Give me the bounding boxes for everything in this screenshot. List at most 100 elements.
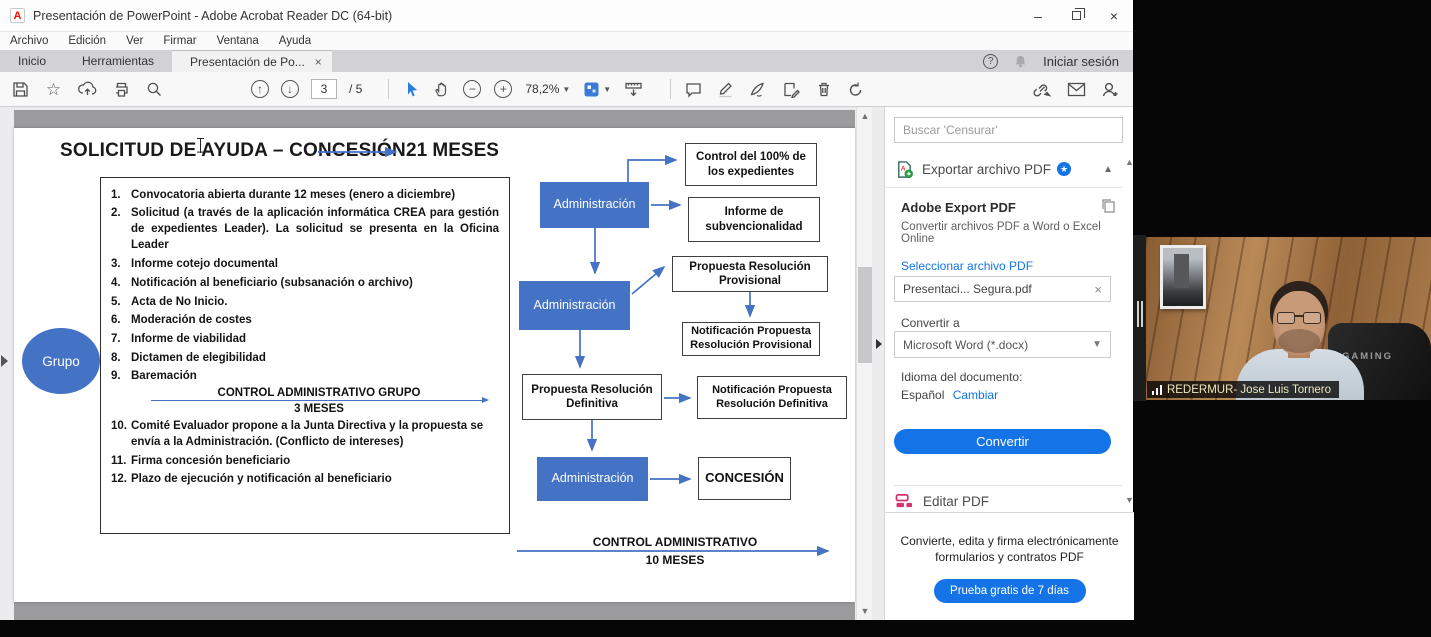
tab-document[interactable]: Presentación de Po... × <box>172 50 332 72</box>
slide-content: SOLICITUD DE AYUDA – CONCESIÓN 21 MESES … <box>14 128 855 602</box>
page-up-icon[interactable]: ↑ <box>251 80 269 98</box>
free-trial-button[interactable]: Prueba gratis de 7 días <box>934 579 1086 603</box>
zoom-level-dropdown[interactable]: 78,2% ▼ <box>525 82 570 96</box>
flow-box-informe-subvencionalidad: Informe de subvencionalidad <box>688 197 820 242</box>
edit-pdf-panel-header[interactable]: Editar PDF <box>895 493 989 509</box>
vertical-scrollbar[interactable]: ▲ ▼ <box>856 107 872 620</box>
sidebar-scroll-up-icon[interactable]: ▲ <box>1125 157 1134 167</box>
tab-herramientas[interactable]: Herramientas <box>64 50 172 72</box>
format-select[interactable]: Microsoft Word (*.docx) ▼ <box>894 331 1111 358</box>
edit-pdf-icon <box>895 493 914 509</box>
share-upload-icon[interactable] <box>78 77 97 101</box>
list-item: 1.Convocatoria abierta durante 12 meses … <box>107 187 501 203</box>
menu-ayuda[interactable]: Ayuda <box>269 35 321 47</box>
bell-icon[interactable] <box>1012 49 1029 73</box>
convert-button[interactable]: Convertir <box>894 429 1111 454</box>
video-drag-handle[interactable] <box>1133 235 1146 401</box>
select-file-link[interactable]: Seleccionar archivo PDF <box>901 259 1033 273</box>
help-icon[interactable]: ? <box>983 54 998 69</box>
chevron-up-icon[interactable]: ▲ <box>1103 164 1113 175</box>
right-panel-expand-icon[interactable] <box>876 339 882 349</box>
flow-box-notificacion-definitiva: Notificación Propuesta Resolución Defini… <box>697 376 847 419</box>
menu-bar: Archivo Edición Ver Firmar Ventana Ayuda <box>0 32 1133 50</box>
search-icon[interactable] <box>146 77 163 101</box>
webcam-overlay: GAMING REDERMUR- Jose Luis Tornero <box>1133 235 1431 401</box>
change-language-link[interactable]: Cambiar <box>953 388 998 402</box>
page-scrolling-icon[interactable] <box>624 77 643 101</box>
main-toolbar: ☆ ↑ ↓ / 5 − + <box>0 72 1133 107</box>
save-icon[interactable] <box>12 77 29 101</box>
glasses-icon <box>1277 312 1321 325</box>
participant-beard <box>1278 329 1320 353</box>
flow-box-administracion-1: Administración <box>540 182 649 228</box>
flow-box-concesion: CONCESIÓN <box>698 457 791 500</box>
highlight-icon[interactable] <box>717 77 734 101</box>
list-item: 4.Notificación al beneficiario (subsanac… <box>107 275 501 291</box>
blue-arrow-line <box>151 400 487 401</box>
menu-ver[interactable]: Ver <box>116 35 153 47</box>
scroll-down-icon[interactable]: ▼ <box>857 606 873 616</box>
tab-close-icon[interactable]: × <box>315 55 322 69</box>
participant-name: REDERMUR- Jose Luis Tornero <box>1167 384 1331 396</box>
scroll-up-icon[interactable]: ▲ <box>857 111 873 121</box>
text-cursor-icon <box>196 138 206 153</box>
document-language-row: Español Cambiar <box>901 388 998 402</box>
slide-title: SOLICITUD DE AYUDA – CONCESIÓN <box>60 140 406 162</box>
export-pdf-icon: A <box>895 160 914 179</box>
hand-tool-icon[interactable] <box>433 77 450 101</box>
convert-to-label: Convertir a <box>901 316 960 330</box>
control-administrativo-duration: 10 MESES <box>517 553 833 567</box>
sign-in-button[interactable]: Iniciar sesión <box>1043 54 1119 69</box>
fill-sign-icon[interactable] <box>782 77 800 101</box>
delete-icon[interactable] <box>815 77 832 101</box>
webcam-video: GAMING REDERMUR- Jose Luis Tornero <box>1146 237 1431 400</box>
comment-icon[interactable] <box>685 77 702 101</box>
sidebar-divider <box>893 485 1123 486</box>
restore-button[interactable] <box>1057 0 1095 32</box>
list-item: 2.Solicitud (a través de la aplicación i… <box>107 205 501 253</box>
flow-box-control-100: Control del 100% de los expedientes <box>685 143 817 186</box>
page-down-icon[interactable]: ↓ <box>281 80 299 98</box>
tools-search-input[interactable] <box>894 117 1123 143</box>
add-user-icon[interactable] <box>1101 77 1119 101</box>
list-item: 8.Dictamen de elegibilidad <box>107 350 501 366</box>
adobe-pdf-icon: A <box>10 8 25 23</box>
list-item: 10.Comité Evaluador propone a la Junta D… <box>107 418 501 450</box>
list-item: 5.Acta de No Inicio. <box>107 294 501 310</box>
adobe-export-desc: Convertir archivos PDF a Word o Excel On… <box>901 221 1106 245</box>
control-administrativo-grupo: CONTROL ADMINISTRATIVO GRUPO 3 MESES <box>107 387 501 415</box>
page-display-dropdown[interactable]: ▼ <box>583 81 611 98</box>
select-cursor-icon[interactable] <box>403 77 420 101</box>
tab-bar: Inicio Herramientas Presentación de Po..… <box>0 50 1133 72</box>
close-button[interactable]: × <box>1095 0 1133 32</box>
share-link-icon[interactable] <box>1032 77 1052 101</box>
selected-file-field[interactable]: Presentaci... Segura.pdf × <box>894 276 1111 302</box>
menu-firmar[interactable]: Firmar <box>153 35 206 47</box>
tab-document-label: Presentación de Po... <box>190 55 305 69</box>
menu-ventana[interactable]: Ventana <box>207 35 269 47</box>
scrollbar-thumb[interactable] <box>858 267 872 363</box>
list-item: 6.Moderación de costes <box>107 312 501 328</box>
clear-file-icon[interactable]: × <box>1094 282 1102 297</box>
sign-pen-icon[interactable] <box>749 77 767 101</box>
tab-inicio[interactable]: Inicio <box>0 50 64 72</box>
print-icon[interactable] <box>113 77 130 101</box>
export-pdf-panel-header[interactable]: A Exportar archivo PDF ★ ▲ <box>885 151 1123 188</box>
zoom-in-icon[interactable]: + <box>494 80 512 98</box>
sidebar-scroll-down-icon[interactable]: ▼ <box>1125 495 1134 505</box>
menu-archivo[interactable]: Archivo <box>0 35 58 47</box>
star-icon[interactable]: ☆ <box>45 77 62 101</box>
email-icon[interactable] <box>1067 77 1086 101</box>
left-panel-expand-icon[interactable] <box>1 355 8 367</box>
minimize-button[interactable]: – <box>1019 0 1057 32</box>
rotate-icon[interactable] <box>847 77 864 101</box>
zoom-level-value: 78,2% <box>525 82 559 96</box>
edit-pdf-label: Editar PDF <box>923 494 989 509</box>
flow-box-notificacion-provisional: Notificación Propuesta Resolución Provis… <box>682 322 820 356</box>
menu-edicion[interactable]: Edición <box>58 35 116 47</box>
format-value: Microsoft Word (*.docx) <box>903 338 1028 352</box>
slide-duration: 21 MESES <box>406 140 499 162</box>
participant-name-tag: REDERMUR- Jose Luis Tornero <box>1147 381 1339 398</box>
zoom-out-icon[interactable]: − <box>463 80 481 98</box>
page-number-input[interactable] <box>311 79 337 99</box>
